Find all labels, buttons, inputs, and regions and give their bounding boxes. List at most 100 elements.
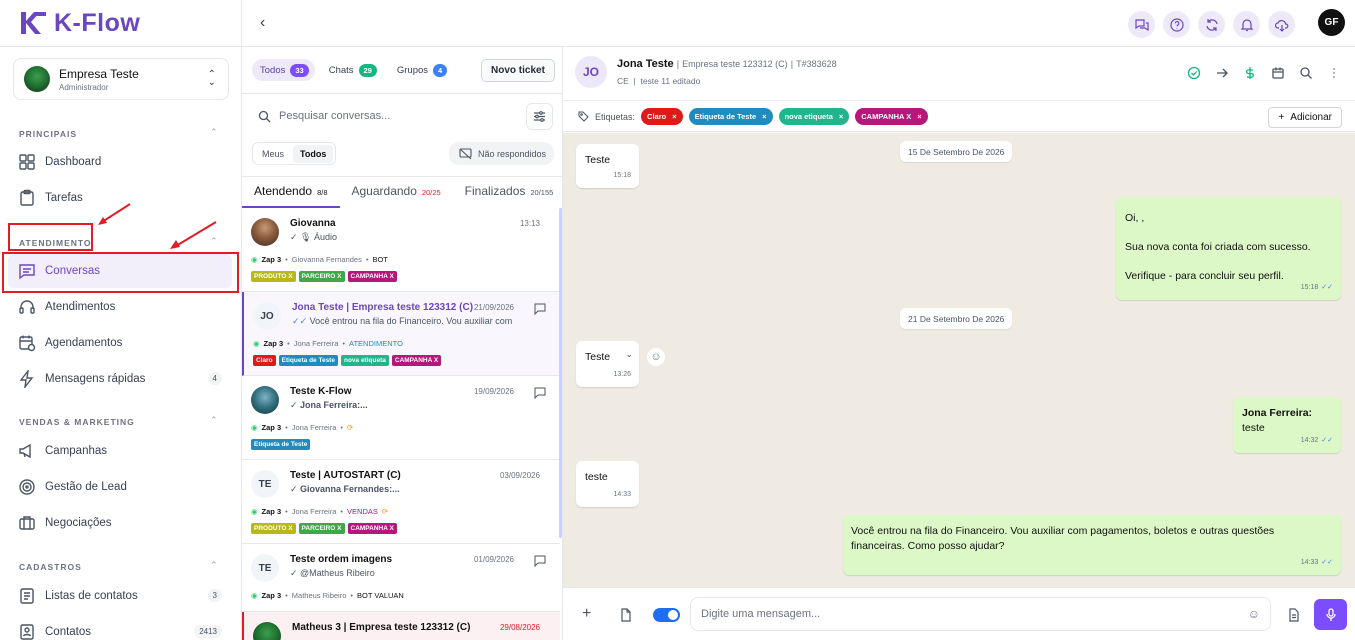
tag: PARCEIRO X	[298, 523, 345, 534]
chat-bubble-icon[interactable]	[534, 387, 546, 399]
close-icon[interactable]: ×	[762, 112, 766, 121]
conversation-item-selected[interactable]: JO Jona Teste | Empresa teste 123312 (C)…	[242, 292, 560, 376]
tab-atendendo[interactable]: Atendendo 8/8	[242, 177, 340, 208]
message-outgoing[interactable]: Oi, , Sua nova conta foi criada com suce…	[1116, 197, 1341, 300]
seg-meus[interactable]: Meus	[255, 145, 291, 163]
date-separator: 15 De Setembro De 2026	[900, 141, 1013, 162]
brand-logo[interactable]: K-Flow	[18, 9, 140, 37]
chevron-up-icon[interactable]: ⌃	[210, 127, 218, 138]
arrow-right-icon[interactable]	[1215, 66, 1229, 80]
sidebar-item-dashboard[interactable]: Dashboard	[8, 145, 232, 179]
chevron-up-icon[interactable]: ⌃	[210, 560, 218, 571]
tab-finalizados[interactable]: Finalizados 20/155	[453, 177, 562, 208]
sidebar-item-label: Negociações	[45, 517, 112, 529]
labels-bar: Etiquetas: Claro × Etiqueta de Teste × nov…	[563, 102, 1355, 132]
message-outgoing[interactable]: Jona Ferreira: teste 14:32 ✓✓	[1233, 397, 1341, 453]
message-incoming[interactable]: Teste 15:18	[576, 144, 639, 188]
mic-button[interactable]	[1314, 599, 1347, 630]
owner-toggle: Meus Todos	[252, 142, 337, 165]
contact-avatar[interactable]: JO	[575, 56, 607, 88]
sidebar-item-mensagens-rapidas[interactable]: Mensagens rápidas 4	[8, 362, 232, 396]
calendar-icon[interactable]	[1271, 66, 1285, 80]
close-icon[interactable]: ×	[917, 112, 921, 121]
search-input[interactable]: Pesquisar conversas...	[252, 103, 519, 129]
more-vertical-icon[interactable]	[1327, 66, 1341, 80]
tab-label: Chats	[328, 64, 354, 76]
conversation-item[interactable]: Giovanna 13:13 ✓ 🎙 Áudio ◉ Zap 3 • Giovanna…	[242, 208, 560, 292]
company-role: Administrador	[59, 82, 109, 92]
conversation-meta: ◉ Zap 3 • Matheus Ribeiro • BOT VALUAN	[251, 591, 404, 600]
whatsapp-icon: ◉	[253, 339, 260, 348]
sidebar-item-contatos[interactable]: Contatos 2413	[8, 615, 232, 640]
chat-header: JO Jona Teste | Empresa teste 123312 (C)…	[563, 47, 1355, 101]
filter-tabs: Todos 33 Chats 29 Grupos 4	[252, 59, 453, 81]
conversation-item[interactable]: Matheus 3 | Empresa teste 123312 (C) 29/…	[242, 612, 560, 640]
file-icon[interactable]	[620, 608, 632, 622]
label-chip[interactable]: Etiqueta de Teste ×	[688, 108, 773, 125]
chevron-down-icon[interactable]: ⌄	[625, 347, 633, 362]
close-icon[interactable]: ×	[839, 112, 843, 121]
company-switcher[interactable]: Empresa Teste Administrador ⌃ ⌄	[13, 58, 229, 100]
tag-icon	[578, 111, 589, 122]
emoji-reaction-icon[interactable]: ☺	[647, 348, 665, 366]
filter-button[interactable]	[526, 103, 553, 130]
seg-todos[interactable]: Todos	[293, 144, 334, 163]
tag-list: PRODUTO X PARCEIRO X CAMPANHA X	[251, 271, 397, 282]
tab-todos[interactable]: Todos 33	[252, 59, 315, 81]
conversation-list-panel: Todos 33 Chats 29 Grupos 4 Novo ticket Pesq…	[242, 47, 563, 640]
conversation-date: 21/09/2026	[473, 303, 514, 312]
document-icon[interactable]	[1288, 608, 1300, 622]
divider	[242, 93, 562, 94]
close-icon[interactable]: ×	[672, 112, 676, 121]
sidebar-item-gestao-lead[interactable]: Gestão de Lead	[8, 470, 232, 504]
conversation-item[interactable]: Teste K-Flow 19/09/2026 ✓ Jona Ferreira:…	[242, 376, 560, 460]
emoji-icon[interactable]: ☺	[1248, 607, 1260, 621]
add-label-button[interactable]: + Adicionar	[1268, 107, 1342, 128]
sync-icon: ⟳	[347, 423, 354, 432]
sidebar-item-agendamentos[interactable]: Agendamentos	[8, 326, 232, 360]
bell-icon[interactable]	[1233, 11, 1260, 38]
chat-bubble-icon[interactable]	[534, 303, 546, 315]
message-outgoing[interactable]: Você entrou na fila do Financeiro. Vou a…	[843, 515, 1341, 575]
section-principais: PRINCIPAIS	[19, 129, 78, 139]
message-incoming[interactable]: Teste ⌄ 13:26	[576, 341, 639, 387]
search-icon[interactable]	[1299, 66, 1313, 80]
cloud-download-icon[interactable]	[1268, 11, 1295, 38]
chevron-up-icon[interactable]: ⌃	[210, 415, 218, 426]
list-icon	[20, 588, 34, 604]
new-ticket-button[interactable]: Novo ticket	[481, 59, 555, 82]
label-chip[interactable]: nova etiqueta ×	[778, 108, 850, 125]
dollar-icon[interactable]	[1243, 66, 1257, 80]
conversation-item[interactable]: TE Teste | AUTOSTART (C) 03/09/2026 ✓ Gi…	[242, 460, 560, 544]
sidebar-item-listas-contatos[interactable]: Listas de contatos 3	[8, 579, 232, 613]
check-circle-icon[interactable]	[1187, 66, 1201, 80]
conversation-item[interactable]: TE Teste ordem imagens 01/09/2026 ✓ @Mat…	[242, 544, 560, 612]
message-incoming[interactable]: teste 14:33	[576, 461, 639, 507]
refresh-icon[interactable]	[1198, 11, 1225, 38]
sidebar-item-label: Agendamentos	[45, 337, 123, 349]
back-icon[interactable]: ‹	[260, 14, 265, 32]
label-chip[interactable]: CAMPANHA X ×	[855, 108, 928, 125]
scrollbar[interactable]	[559, 208, 562, 538]
tab-chats[interactable]: Chats 29	[321, 59, 383, 81]
help-icon[interactable]	[1163, 11, 1190, 38]
signature-toggle[interactable]	[653, 608, 680, 622]
message-area[interactable]: 15 De Setembro De 2026 Teste 15:18 Oi, ,…	[563, 133, 1355, 587]
chat-bubble-icon[interactable]	[534, 555, 546, 567]
user-avatar[interactable]: GF	[1318, 9, 1345, 36]
annotation-arrow-icon	[98, 203, 131, 225]
tab-aguardando[interactable]: Aguardando 20/25	[340, 177, 453, 208]
unanswered-filter-button[interactable]: Não respondidos	[449, 142, 555, 165]
label-chip[interactable]: Claro ×	[641, 108, 683, 125]
sidebar-item-negociacoes[interactable]: Negociações	[8, 506, 232, 540]
mic-icon	[1325, 607, 1336, 621]
contact-subtitle: CE | teste 11 editado	[617, 76, 701, 86]
tab-grupos[interactable]: Grupos 4	[389, 59, 453, 81]
messages-icon[interactable]	[1128, 11, 1155, 38]
sidebar-item-atendimentos[interactable]: Atendimentos	[8, 290, 232, 324]
message-input[interactable]: Digite uma mensagem... ☺	[690, 597, 1271, 631]
plus-icon[interactable]: +	[582, 605, 591, 623]
tab-count: 4	[433, 63, 448, 77]
search-icon	[258, 110, 271, 122]
sidebar-item-campanhas[interactable]: Campanhas	[8, 434, 232, 468]
